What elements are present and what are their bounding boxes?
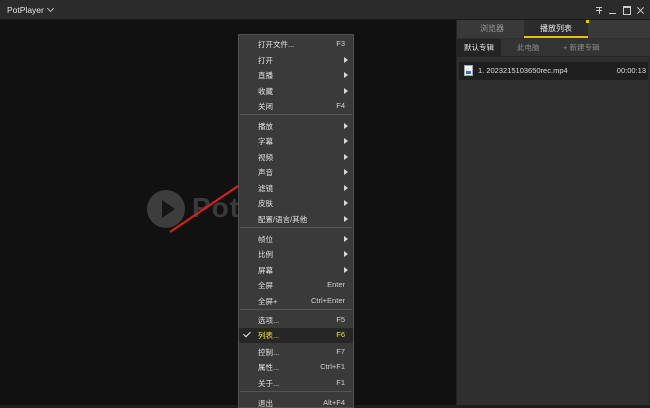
menu-item[interactable]: 关于... F1 bbox=[239, 376, 353, 391]
tab-browser[interactable]: 浏览器 bbox=[460, 20, 524, 38]
menu-item-shortcut: F4 bbox=[336, 101, 345, 110]
menu-item-label: 字幕 bbox=[258, 137, 273, 146]
menu-item-label: 比例 bbox=[258, 250, 273, 259]
menu-item-label: 视频 bbox=[258, 153, 273, 162]
menu-separator bbox=[240, 114, 352, 115]
playlist-item[interactable]: 1. 2023215103650rec.mp4 00:00:13 bbox=[459, 62, 649, 80]
submenu-arrow-icon bbox=[344, 138, 348, 144]
window-controls bbox=[592, 1, 648, 19]
menu-item-label: 帧位 bbox=[258, 235, 273, 244]
menu-item-label: 收藏 bbox=[258, 87, 273, 96]
menu-item-shortcut: Enter bbox=[327, 280, 345, 289]
menu-item[interactable]: 视频 bbox=[239, 150, 353, 165]
submenu-arrow-icon bbox=[344, 72, 348, 78]
menu-item-label: 关闭 bbox=[258, 102, 273, 111]
menu-item[interactable]: 列表... F6 bbox=[239, 328, 353, 343]
menu-item-label: 滤镜 bbox=[258, 184, 273, 193]
menu-separator bbox=[240, 391, 352, 392]
panel-tabs: 浏览器 播放列表 bbox=[457, 20, 650, 38]
menu-item-label: 全屏 bbox=[258, 281, 273, 290]
menu-item-label: 列表... bbox=[258, 331, 280, 340]
maximize-icon[interactable] bbox=[620, 1, 634, 19]
playlist-item-name: 1. 2023215103650rec.mp4 bbox=[478, 66, 568, 75]
menu-item-label: 全屏+ bbox=[258, 297, 278, 306]
menu-item[interactable]: 屏幕 bbox=[239, 263, 353, 278]
menu-item-label: 配置/语言/其他 bbox=[258, 215, 308, 224]
minimize-icon[interactable] bbox=[606, 1, 620, 19]
menu-item-label: 声音 bbox=[258, 168, 273, 177]
menu-item-label: 皮肤 bbox=[258, 199, 273, 208]
playlist-item-duration: 00:00:13 bbox=[616, 66, 646, 75]
tab-default-album[interactable]: 默认专辑 bbox=[457, 39, 501, 57]
submenu-arrow-icon bbox=[344, 169, 348, 175]
menu-item[interactable]: 控制... F7 bbox=[239, 345, 353, 360]
menu-item-label: 直播 bbox=[258, 71, 273, 80]
menu-item-shortcut: Ctrl+Enter bbox=[311, 296, 345, 305]
menu-item[interactable]: 退出 Alt+F4 bbox=[239, 396, 353, 408]
submenu-arrow-icon bbox=[344, 88, 348, 94]
submenu-arrow-icon bbox=[344, 154, 348, 160]
menu-item-shortcut: F1 bbox=[336, 378, 345, 387]
menu-item[interactable]: 全屏 Enter bbox=[239, 278, 353, 293]
menu-item[interactable]: 帧位 bbox=[239, 232, 353, 247]
menu-item[interactable]: 字幕 bbox=[239, 134, 353, 149]
title-bar: PotPlayer bbox=[0, 0, 650, 20]
menu-item-shortcut: F6 bbox=[336, 330, 345, 339]
playlist-panel: 浏览器 播放列表 默认专辑 此电脑 + 新建专辑 1. 202321510365… bbox=[456, 20, 650, 405]
menu-item-label: 关于... bbox=[258, 379, 280, 388]
album-tabs: 默认专辑 此电脑 + 新建专辑 bbox=[457, 39, 650, 57]
menu-separator bbox=[240, 227, 352, 228]
menu-item[interactable]: 声音 bbox=[239, 165, 353, 180]
submenu-arrow-icon bbox=[344, 251, 348, 257]
submenu-arrow-icon bbox=[344, 236, 348, 242]
menu-item-shortcut: F5 bbox=[336, 315, 345, 324]
check-icon bbox=[243, 329, 251, 338]
app-title: PotPlayer bbox=[7, 5, 44, 15]
new-album-button[interactable]: + 新建专辑 bbox=[563, 39, 599, 57]
menu-item[interactable]: 全屏+ Ctrl+Enter bbox=[239, 294, 353, 309]
app-menu-button[interactable]: PotPlayer bbox=[4, 3, 56, 17]
submenu-arrow-icon bbox=[344, 267, 348, 273]
menu-item-shortcut: F3 bbox=[336, 39, 345, 48]
menu-item[interactable]: 直播 bbox=[239, 68, 353, 83]
menu-item[interactable]: 收藏 bbox=[239, 84, 353, 99]
submenu-arrow-icon bbox=[344, 123, 348, 129]
menu-item[interactable]: 属性... Ctrl+F1 bbox=[239, 360, 353, 375]
menu-item-label: 选项... bbox=[258, 316, 280, 325]
tab-this-pc[interactable]: 此电脑 bbox=[517, 39, 540, 57]
menu-item[interactable]: 关闭 F4 bbox=[239, 99, 353, 114]
menu-item-label: 退出 bbox=[258, 399, 273, 408]
menu-item[interactable]: 皮肤 bbox=[239, 196, 353, 211]
playlist: 1. 2023215103650rec.mp4 00:00:13 bbox=[457, 58, 650, 80]
menu-item-label: 控制... bbox=[258, 348, 280, 357]
annotation-arrow-shaft bbox=[169, 181, 245, 233]
pin-icon[interactable] bbox=[592, 1, 606, 19]
menu-item[interactable]: 比例 bbox=[239, 247, 353, 262]
tab-playlist[interactable]: 播放列表 bbox=[524, 20, 588, 38]
menu-item[interactable]: 配置/语言/其他 bbox=[239, 212, 353, 227]
menu-item-shortcut: Alt+F4 bbox=[323, 398, 345, 407]
submenu-arrow-icon bbox=[344, 200, 348, 206]
menu-item-label: 打开 bbox=[258, 56, 273, 65]
menu-item-label: 属性... bbox=[258, 363, 280, 372]
menu-item[interactable]: 选项... F5 bbox=[239, 313, 353, 328]
menu-item-shortcut: F7 bbox=[336, 347, 345, 356]
menu-item[interactable]: 打开 bbox=[239, 53, 353, 68]
submenu-arrow-icon bbox=[344, 57, 348, 63]
submenu-arrow-icon bbox=[344, 185, 348, 191]
menu-item[interactable]: 播放 bbox=[239, 119, 353, 134]
context-menu: 打开文件... F3 打开直播收藏关闭 F4 播放字幕视频声音滤镜皮肤配置/语言/其他帧… bbox=[238, 34, 354, 408]
menu-separator bbox=[240, 309, 352, 310]
submenu-arrow-icon bbox=[344, 216, 348, 222]
menu-item[interactable]: 打开文件... F3 bbox=[239, 37, 353, 52]
menu-item-label: 打开文件... bbox=[258, 40, 295, 49]
tab-indicator bbox=[586, 20, 589, 23]
chevron-down-icon bbox=[46, 4, 54, 13]
close-icon[interactable] bbox=[634, 1, 648, 19]
menu-item[interactable]: 滤镜 bbox=[239, 181, 353, 196]
menu-item-label: 播放 bbox=[258, 122, 273, 131]
menu-item-label: 屏幕 bbox=[258, 266, 273, 275]
video-file-icon bbox=[464, 65, 473, 76]
menu-item-shortcut: Ctrl+F1 bbox=[320, 362, 345, 371]
